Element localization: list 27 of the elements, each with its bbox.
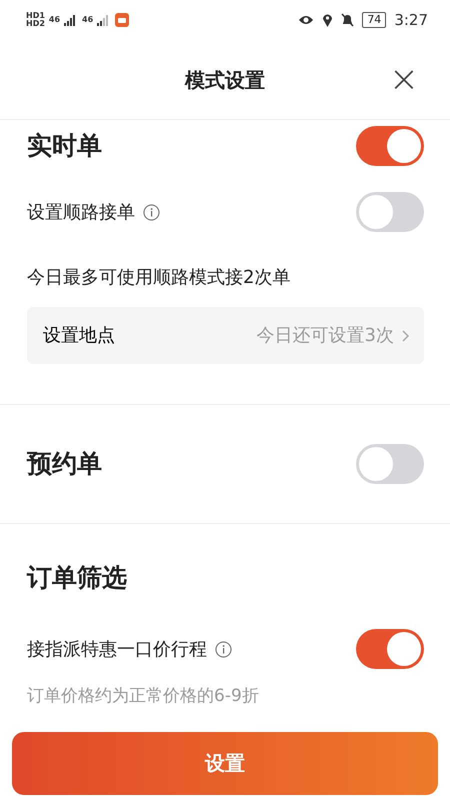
close-button[interactable]: × xyxy=(388,60,420,98)
sim-label: HD1 xyxy=(26,12,45,20)
toggle-switch[interactable] xyxy=(356,126,424,166)
location-setting-row[interactable]: 设置地点 今日还可设置3次 xyxy=(27,307,424,364)
battery-level: 74 xyxy=(362,12,386,28)
toggle-switch[interactable] xyxy=(356,444,424,484)
network-label: 46 xyxy=(82,16,94,24)
note-text: 今日最多可使用顺路模式接2次单 xyxy=(27,266,292,290)
setting-label: 接指派特惠一口价行程 xyxy=(27,638,207,662)
network-label: 46 xyxy=(48,16,60,24)
section-title: 订单筛选 xyxy=(27,562,127,594)
setting-value: 今日还可设置3次 xyxy=(256,324,394,348)
location-icon xyxy=(322,13,334,27)
section-title: 预约单 xyxy=(27,448,102,480)
status-time: 3:27 xyxy=(394,10,428,31)
bell-off-icon xyxy=(341,13,354,27)
chevron-right-icon xyxy=(402,330,410,342)
app-icon xyxy=(115,13,130,27)
toggle-switch[interactable] xyxy=(356,629,424,669)
page-title: 模式设置 xyxy=(185,66,265,94)
hint-text: 订单价格约为正常价格的6-9折 xyxy=(27,685,260,708)
eye-icon xyxy=(298,14,314,26)
sim-label: HD2 xyxy=(26,20,45,28)
toggle-switch[interactable] xyxy=(356,192,424,232)
setting-label: 设置地点 xyxy=(43,324,115,348)
section-title: 实时单 xyxy=(27,130,102,162)
setting-label: 设置顺路接单 xyxy=(27,200,135,224)
